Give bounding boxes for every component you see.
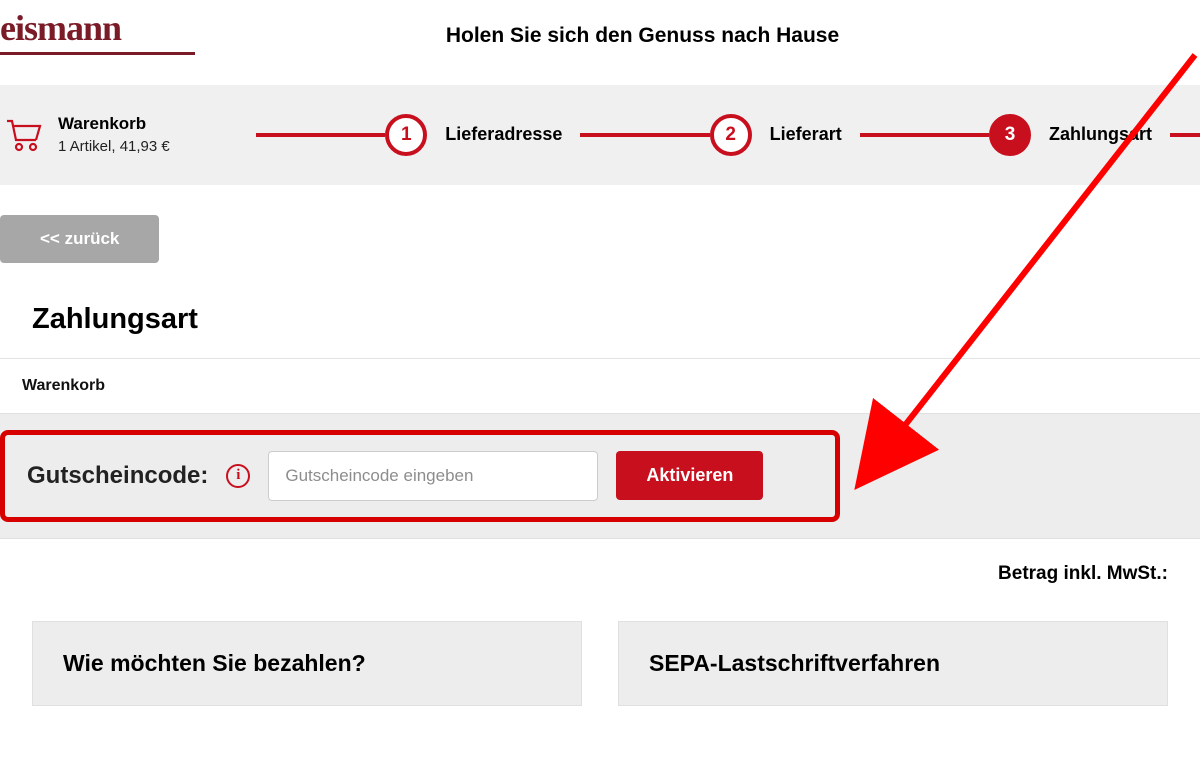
payment-method-card: Wie möchten Sie bezahlen? [32,621,582,706]
coupon-highlight-box: Gutscheincode: i Aktivieren [0,430,840,522]
cart-section-label: Warenkorb [0,359,1200,413]
cart-summary-block: Warenkorb 1 Artikel, 41,93 € [6,113,226,157]
step-connector [256,133,385,137]
logo-underline [0,52,195,55]
step-1-label: Lieferadresse [445,124,562,145]
step-connector [580,133,709,137]
cart-subtitle: 1 Artikel, 41,93 € [58,137,170,157]
checkout-progress: Warenkorb 1 Artikel, 41,93 € 1 Lieferadr… [0,85,1200,185]
step-3-circle[interactable]: 3 [989,114,1031,156]
main-content: Zahlungsart [0,303,1200,336]
step-connector [1170,133,1200,137]
cart-summary-text: Warenkorb 1 Artikel, 41,93 € [58,113,170,157]
coupon-bar: Gutscheincode: i Aktivieren [0,413,1200,539]
cart-title: Warenkorb [58,113,170,135]
sepa-title: SEPA-Lastschriftverfahren [649,650,1137,677]
payment-cards: Wie möchten Sie bezahlen? SEPA-Lastschri… [0,609,1200,706]
header: eismann Holen Sie sich den Genuss nach H… [0,0,1200,85]
payment-section: Warenkorb Gutscheincode: i Aktivieren Be… [0,358,1200,609]
info-icon[interactable]: i [226,464,250,488]
logo: eismann [0,10,195,46]
steps: 1 Lieferadresse 2 Lieferart 3 Zahlungsar… [256,114,1200,156]
page-title: Zahlungsart [32,303,1168,336]
step-connector [860,133,989,137]
back-button[interactable]: << zurück [0,215,159,263]
step-3-label: Zahlungsart [1049,124,1152,145]
coupon-label: Gutscheincode: [27,462,208,490]
step-1-circle[interactable]: 1 [385,114,427,156]
coupon-input[interactable] [268,451,598,501]
tagline: Holen Sie sich den Genuss nach Hause [85,24,1200,48]
logo-block: eismann [0,10,195,55]
step-2-label: Lieferart [770,124,842,145]
step-2-circle[interactable]: 2 [710,114,752,156]
sepa-card: SEPA-Lastschriftverfahren [618,621,1168,706]
cart-icon [6,118,42,152]
total-label: Betrag inkl. MwSt.: [0,539,1200,609]
activate-button[interactable]: Aktivieren [616,451,763,500]
payment-method-title: Wie möchten Sie bezahlen? [63,650,551,677]
